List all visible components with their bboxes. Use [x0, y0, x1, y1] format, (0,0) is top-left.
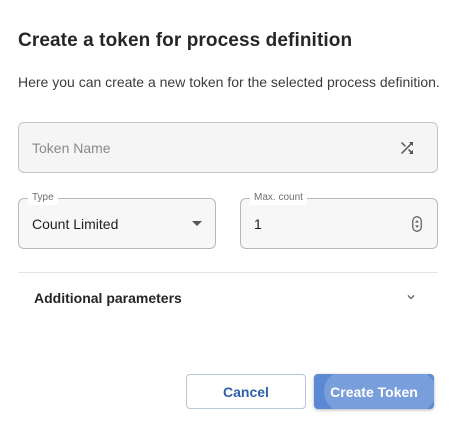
max-count-label: Max. count [250, 191, 307, 205]
max-count-field[interactable]: Max. count 1 [240, 191, 438, 249]
caret-down-icon[interactable] [192, 221, 202, 226]
dialog-title: Create a token for process definition [18, 30, 353, 51]
cancel-button[interactable]: Cancel [186, 374, 306, 409]
max-count-value[interactable]: 1 [254, 216, 262, 232]
chevron-down-icon[interactable] [404, 290, 418, 304]
additional-parameters-accordion[interactable]: Additional parameters [18, 280, 438, 316]
create-token-label: Create Token [330, 383, 418, 400]
dialog-subtitle: Here you can create a new token for the … [18, 74, 440, 90]
create-token-button[interactable]: Create Token [314, 374, 434, 409]
create-token-dialog: Create a token for process definition He… [0, 0, 456, 431]
token-name-field[interactable] [18, 122, 438, 173]
token-name-input[interactable] [32, 123, 382, 172]
shuffle-icon[interactable] [397, 138, 417, 158]
stepper-icon[interactable] [412, 216, 422, 232]
type-value: Count Limited [32, 216, 119, 232]
accordion-label: Additional parameters [34, 290, 182, 306]
type-label: Type [28, 191, 58, 205]
type-select[interactable]: Type Count Limited [18, 191, 216, 249]
divider [18, 272, 438, 273]
